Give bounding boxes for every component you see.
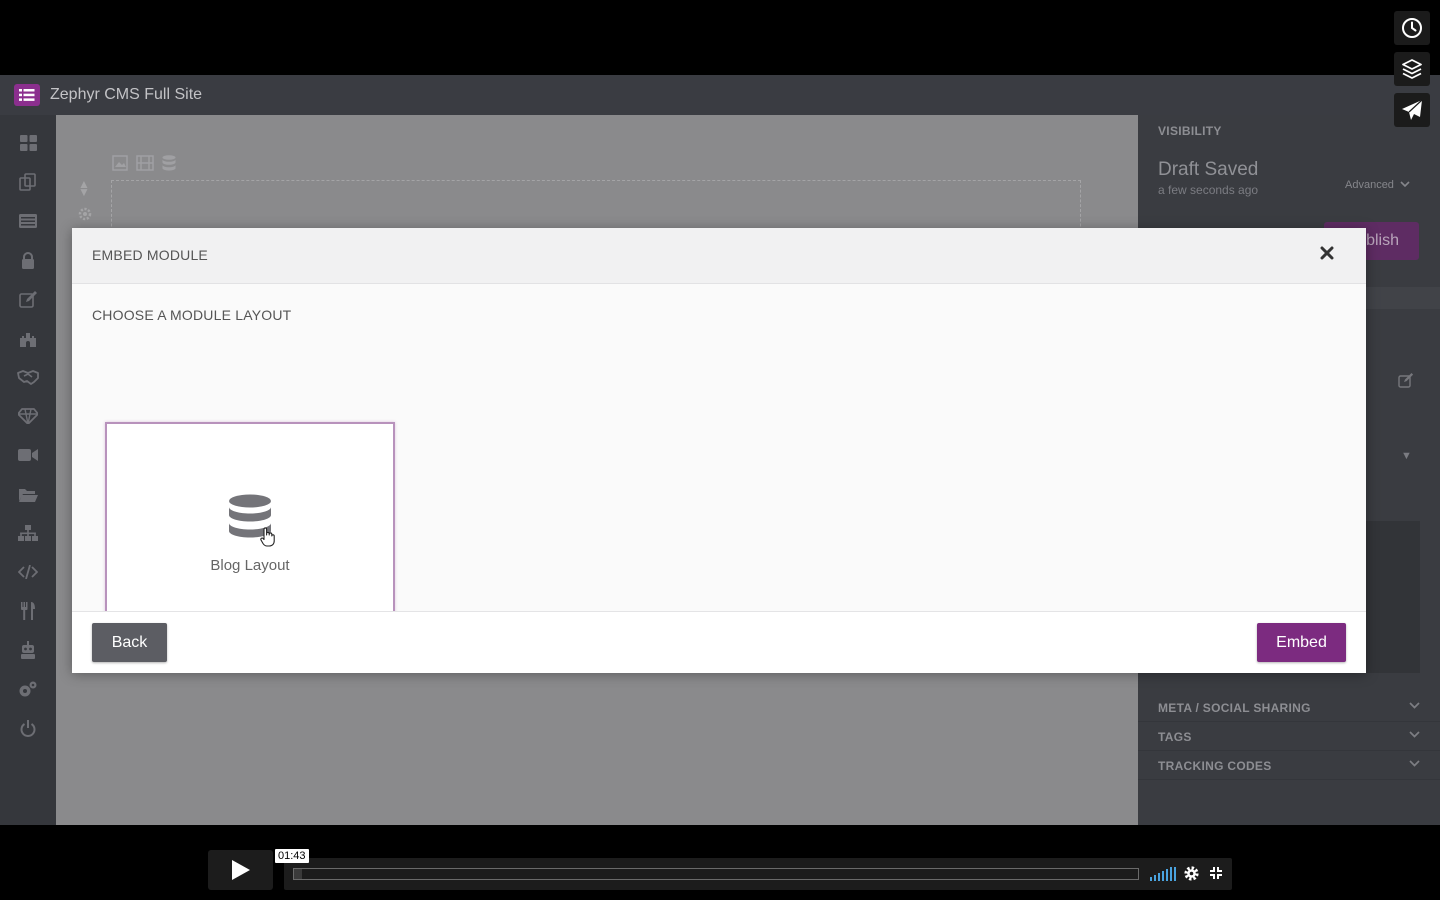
visibility-heading: VISIBILITY — [1158, 124, 1222, 138]
robot-icon[interactable] — [16, 639, 40, 661]
timecode-tooltip: 01:43 — [275, 849, 309, 863]
layout-picker-heading: CHOOSE A MODULE LAYOUT — [92, 307, 292, 323]
chevron-down-icon[interactable]: ▼ — [1401, 450, 1412, 462]
dialog-footer: Back Embed — [72, 611, 1366, 673]
watch-later-button[interactable] — [1394, 11, 1430, 45]
video-icon[interactable] — [16, 444, 40, 466]
image-icon[interactable] — [112, 155, 128, 176]
embed-button[interactable]: Embed — [1257, 623, 1346, 662]
app-header: Zephyr CMS Full Site — [0, 75, 1440, 115]
advanced-label: Advanced — [1345, 179, 1394, 191]
power-icon[interactable] — [16, 717, 40, 739]
handshake-icon[interactable] — [16, 366, 40, 388]
gear-icon[interactable] — [1183, 865, 1200, 887]
film-icon[interactable] — [136, 155, 154, 176]
back-button[interactable]: Back — [92, 623, 167, 662]
hand-cursor-icon — [260, 527, 276, 552]
dashboard-icon[interactable] — [16, 132, 40, 154]
chevron-down-icon — [1409, 760, 1420, 767]
section-label: TAGS — [1158, 730, 1192, 744]
dialog-title: EMBED MODULE — [92, 247, 208, 263]
progress-fill — [294, 869, 303, 879]
chevron-down-icon — [1409, 702, 1420, 709]
section-label: TRACKING CODES — [1158, 759, 1272, 773]
collections-button[interactable] — [1394, 52, 1430, 86]
edit-icon[interactable] — [1398, 373, 1414, 393]
progress-bar[interactable] — [293, 868, 1139, 880]
edit-icon[interactable] — [16, 288, 40, 310]
block-toolbar — [112, 155, 176, 176]
draft-status: Draft Saved — [1158, 159, 1259, 180]
list-icon[interactable] — [16, 210, 40, 232]
play-button[interactable] — [208, 850, 273, 890]
utensils-icon[interactable] — [16, 600, 40, 622]
advanced-toggle[interactable]: Advanced — [1345, 179, 1410, 191]
lock-icon[interactable] — [16, 249, 40, 271]
sidebar-nav — [0, 115, 56, 825]
section-tracking-codes[interactable]: TRACKING CODES — [1138, 753, 1440, 780]
clock-icon — [1402, 18, 1422, 38]
site-title: Zephyr CMS Full Site — [50, 86, 203, 103]
section-tags[interactable]: TAGS — [1138, 724, 1440, 751]
database-icon[interactable] — [162, 155, 176, 176]
play-icon — [231, 860, 250, 880]
block-settings-icon[interactable] — [78, 207, 92, 226]
menu-list-icon[interactable] — [14, 84, 40, 106]
draft-status-time: a few seconds ago — [1158, 183, 1259, 197]
close-icon[interactable] — [1316, 242, 1338, 264]
dialog-header: EMBED MODULE — [72, 228, 1366, 284]
send-icon — [1402, 99, 1423, 120]
embed-module-dialog: EMBED MODULE CHOOSE A MODULE LAYOUT Blog… — [72, 228, 1366, 673]
fullscreen-icon[interactable] — [1209, 866, 1223, 885]
diamond-icon[interactable] — [16, 405, 40, 427]
layers-icon — [1402, 59, 1422, 79]
castle-icon[interactable] — [16, 327, 40, 349]
publish-label: blish — [1366, 232, 1399, 249]
sitemap-icon[interactable] — [16, 522, 40, 544]
section-meta-social[interactable]: META / SOCIAL SHARING — [1138, 695, 1440, 722]
section-label: META / SOCIAL SHARING — [1158, 701, 1311, 715]
share-button[interactable] — [1394, 93, 1430, 127]
chevron-down-icon — [1409, 731, 1420, 738]
pages-icon[interactable] — [16, 171, 40, 193]
folder-icon[interactable] — [16, 483, 40, 505]
code-icon[interactable] — [16, 561, 40, 583]
drag-handle[interactable]: ▲ ▼ — [78, 178, 90, 198]
volume-control[interactable] — [1150, 867, 1176, 881]
settings-icon[interactable] — [16, 678, 40, 700]
app-window: Zephyr CMS Full Site ▲ ▼ VISIBILITY Draf… — [0, 75, 1440, 825]
player-controls — [284, 858, 1232, 890]
chevron-down-icon — [1400, 181, 1410, 188]
layout-option-label: Blog Layout — [210, 557, 290, 574]
